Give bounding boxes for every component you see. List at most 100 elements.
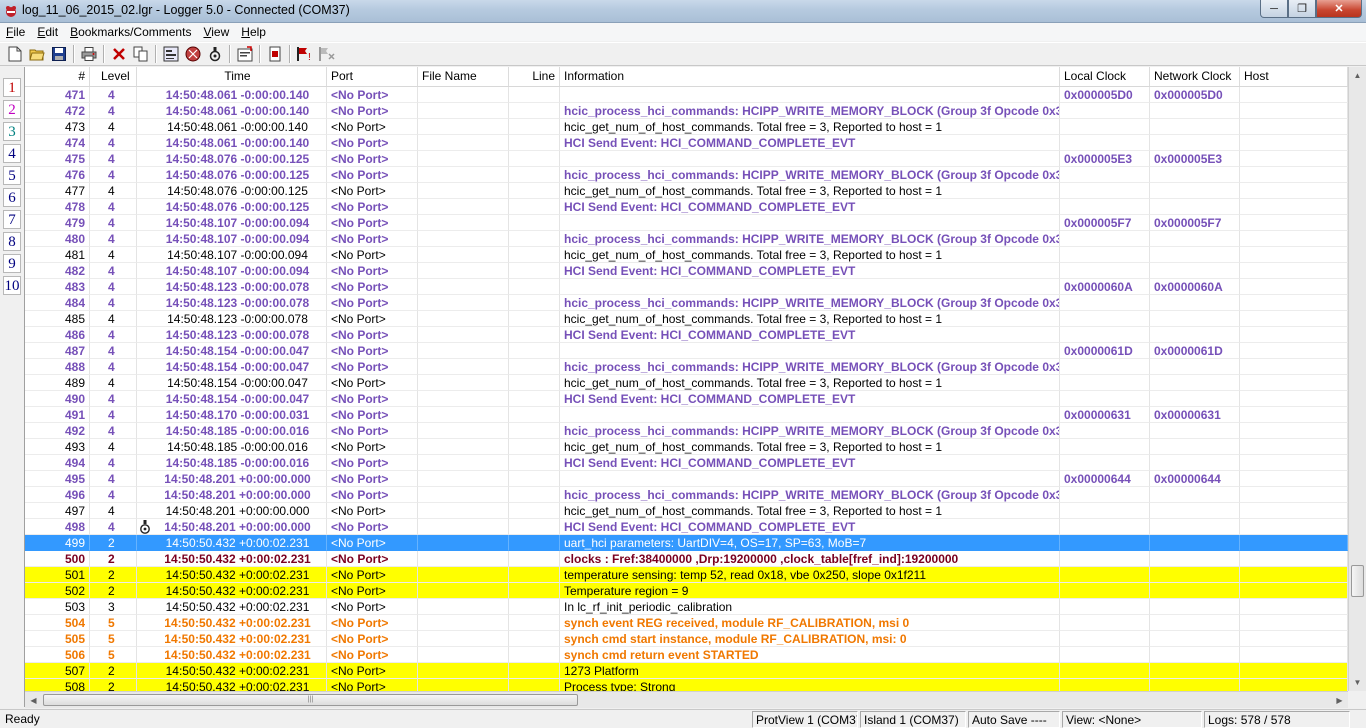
table-row[interactable]: 503 3 14:50:50.432 +0:00:02.231 <No Port> In… [25, 599, 1348, 615]
table-row[interactable]: 473 4 14:50:48.061 -0:00:00.140 <No Port> hc… [25, 119, 1348, 135]
table-row[interactable]: 506 5 14:50:50.432 +0:00:02.231 <No Port> sy… [25, 647, 1348, 663]
col-file-name-header[interactable]: File Name [418, 67, 509, 86]
maximize-button[interactable]: ❐ [1288, 0, 1316, 18]
row-information: hcic_process_hci_commands: HCIPP_WRITE_M… [560, 487, 1060, 503]
col-information-header[interactable]: Information [560, 67, 1060, 86]
properties-button[interactable] [234, 43, 256, 65]
table-row[interactable]: 481 4 14:50:48.107 -0:00:00.094 <No Port> hc… [25, 247, 1348, 263]
table-row[interactable]: 480 4 14:50:48.107 -0:00:00.094 <No Port> hc… [25, 231, 1348, 247]
menu-view[interactable]: View [197, 25, 235, 39]
log-grid[interactable]: # Level Time Port File Name Line Informa… [25, 67, 1348, 691]
table-row[interactable]: 478 4 14:50:48.076 -0:00:00.125 <No Port> HC… [25, 199, 1348, 215]
table-row[interactable]: 486 4 14:50:48.123 -0:00:00.078 <No Port> HC… [25, 327, 1348, 343]
record-button[interactable] [182, 43, 204, 65]
table-row[interactable]: 472 4 14:50:48.061 -0:00:00.140 <No Port> hc… [25, 103, 1348, 119]
bookmark-button-9[interactable]: 9 [3, 254, 21, 273]
menu-edit[interactable]: Edit [31, 25, 64, 39]
table-row[interactable]: 477 4 14:50:48.076 -0:00:00.125 <No Port> hc… [25, 183, 1348, 199]
menu-help[interactable]: Help [235, 25, 272, 39]
table-row[interactable]: 491 4 14:50:48.170 -0:00:00.031 <No Port> 0x… [25, 407, 1348, 423]
scroll-right-arrow-icon[interactable]: ▶ [1331, 692, 1348, 708]
col-line-header[interactable]: Line [509, 67, 560, 86]
col-host-header[interactable]: Host [1240, 67, 1348, 86]
table-row[interactable]: 495 4 14:50:48.201 +0:00:00.000 <No Port> 0x… [25, 471, 1348, 487]
table-row[interactable]: 498 4 14:50:48.201 +0:00:00.000 <No Port> HC… [25, 519, 1348, 535]
table-row[interactable]: 474 4 14:50:48.061 -0:00:00.140 <No Port> HC… [25, 135, 1348, 151]
vertical-scrollbar[interactable]: ▲ ▼ [1348, 67, 1366, 691]
table-row[interactable]: 484 4 14:50:48.123 -0:00:00.078 <No Port> hc… [25, 295, 1348, 311]
row-information: In lc_rf_init_periodic_calibration [560, 599, 1060, 615]
table-row[interactable]: 494 4 14:50:48.185 -0:00:00.016 <No Port> HC… [25, 455, 1348, 471]
col-number-header[interactable]: # [25, 67, 90, 86]
bookmark-button-8[interactable]: 8 [3, 232, 21, 251]
table-row[interactable]: 487 4 14:50:48.154 -0:00:00.047 <No Port> 0x… [25, 343, 1348, 359]
flag-button[interactable]: ! [294, 43, 316, 65]
scroll-down-arrow-icon[interactable]: ▼ [1349, 674, 1366, 691]
bookmark-button-1[interactable]: 1 [3, 78, 21, 97]
bookmark-button-3[interactable]: 3 [3, 122, 21, 141]
table-row[interactable]: 490 4 14:50:48.154 -0:00:00.047 <No Port> HC… [25, 391, 1348, 407]
vertical-scroll-thumb[interactable] [1351, 565, 1364, 597]
table-row[interactable]: 488 4 14:50:48.154 -0:00:00.047 <No Port> hc… [25, 359, 1348, 375]
table-row[interactable]: 499 2 14:50:50.432 +0:00:02.231 <No Port> ua… [25, 535, 1348, 551]
table-row[interactable]: 492 4 14:50:48.185 -0:00:00.016 <No Port> hc… [25, 423, 1348, 439]
row-network-clock [1150, 567, 1240, 583]
save-button[interactable] [48, 43, 70, 65]
close-button[interactable]: ✕ [1316, 0, 1362, 18]
bookmark-button-6[interactable]: 6 [3, 188, 21, 207]
table-row[interactable]: 483 4 14:50:48.123 -0:00:00.078 <No Port> 0x… [25, 279, 1348, 295]
bookmark-button-4[interactable]: 4 [3, 144, 21, 163]
table-row[interactable]: 508 2 14:50:50.432 +0:00:02.231 <No Port> Pr… [25, 679, 1348, 691]
row-information: hcic_get_num_of_host_commands. Total fre… [560, 439, 1060, 455]
col-port-header[interactable]: Port [327, 67, 418, 86]
table-row[interactable]: 507 2 14:50:50.432 +0:00:02.231 <No Port> 12… [25, 663, 1348, 679]
table-row[interactable]: 496 4 14:50:48.201 +0:00:00.000 <No Port> hc… [25, 487, 1348, 503]
print-button[interactable] [78, 43, 100, 65]
col-level-header[interactable]: Level [90, 67, 137, 86]
export-button[interactable] [264, 43, 286, 65]
scroll-left-arrow-icon[interactable]: ◀ [25, 692, 42, 708]
table-row[interactable]: 501 2 14:50:50.432 +0:00:02.231 <No Port> te… [25, 567, 1348, 583]
table-row[interactable]: 502 2 14:50:50.432 +0:00:02.231 <No Port> Te… [25, 583, 1348, 599]
comment-marker-icon[interactable] [138, 519, 152, 535]
row-local-clock [1060, 103, 1150, 119]
col-local-clock-header[interactable]: Local Clock [1060, 67, 1150, 86]
table-row[interactable]: 476 4 14:50:48.076 -0:00:00.125 <No Port> hc… [25, 167, 1348, 183]
clear-flags-button[interactable] [316, 43, 338, 65]
table-row[interactable]: 497 4 14:50:48.201 +0:00:00.000 <No Port> hc… [25, 503, 1348, 519]
col-network-clock-header[interactable]: Network Clock [1150, 67, 1240, 86]
table-row[interactable]: 471 4 14:50:48.061 -0:00:00.140 <No Port> 0x… [25, 87, 1348, 103]
bookmark-button-2[interactable]: 2 [3, 100, 21, 119]
col-time-header[interactable]: Time [137, 67, 327, 86]
table-row[interactable]: 504 5 14:50:50.432 +0:00:02.231 <No Port> sy… [25, 615, 1348, 631]
trace-button[interactable] [204, 43, 226, 65]
table-row[interactable]: 482 4 14:50:48.107 -0:00:00.094 <No Port> HC… [25, 263, 1348, 279]
table-row[interactable]: 479 4 14:50:48.107 -0:00:00.094 <No Port> 0x… [25, 215, 1348, 231]
bookmark-button-10[interactable]: 10 [3, 276, 21, 295]
delete-button[interactable] [108, 43, 130, 65]
row-level: 2 [90, 663, 137, 679]
table-row[interactable]: 475 4 14:50:48.076 -0:00:00.125 <No Port> 0x… [25, 151, 1348, 167]
table-row[interactable]: 505 5 14:50:50.432 +0:00:02.231 <No Port> sy… [25, 631, 1348, 647]
row-number: 481 [25, 247, 90, 263]
row-line [509, 263, 560, 279]
horizontal-scrollbar[interactable]: ◀ ||| ▶ [25, 691, 1348, 708]
minimize-button[interactable]: ─ [1260, 0, 1288, 18]
open-button[interactable] [26, 43, 48, 65]
row-port: <No Port> [327, 119, 418, 135]
table-row[interactable]: 489 4 14:50:48.154 -0:00:00.047 <No Port> hc… [25, 375, 1348, 391]
menu-file[interactable]: File [0, 25, 31, 39]
table-row[interactable]: 493 4 14:50:48.185 -0:00:00.016 <No Port> hc… [25, 439, 1348, 455]
table-row[interactable]: 500 2 14:50:50.432 +0:00:02.231 <No Port> cl… [25, 551, 1348, 567]
logger-app-icon [6, 6, 16, 17]
filter-button[interactable] [160, 43, 182, 65]
bookmark-button-5[interactable]: 5 [3, 166, 21, 185]
new-file-button[interactable] [4, 43, 26, 65]
menu-bookmarks-comments[interactable]: Bookmarks/Comments [64, 25, 197, 39]
horizontal-scroll-thumb[interactable]: ||| [43, 694, 578, 706]
copy-button[interactable] [130, 43, 152, 65]
table-row[interactable]: 485 4 14:50:48.123 -0:00:00.078 <No Port> hc… [25, 311, 1348, 327]
row-file-name [418, 519, 509, 535]
scroll-up-arrow-icon[interactable]: ▲ [1349, 67, 1366, 84]
bookmark-button-7[interactable]: 7 [3, 210, 21, 229]
